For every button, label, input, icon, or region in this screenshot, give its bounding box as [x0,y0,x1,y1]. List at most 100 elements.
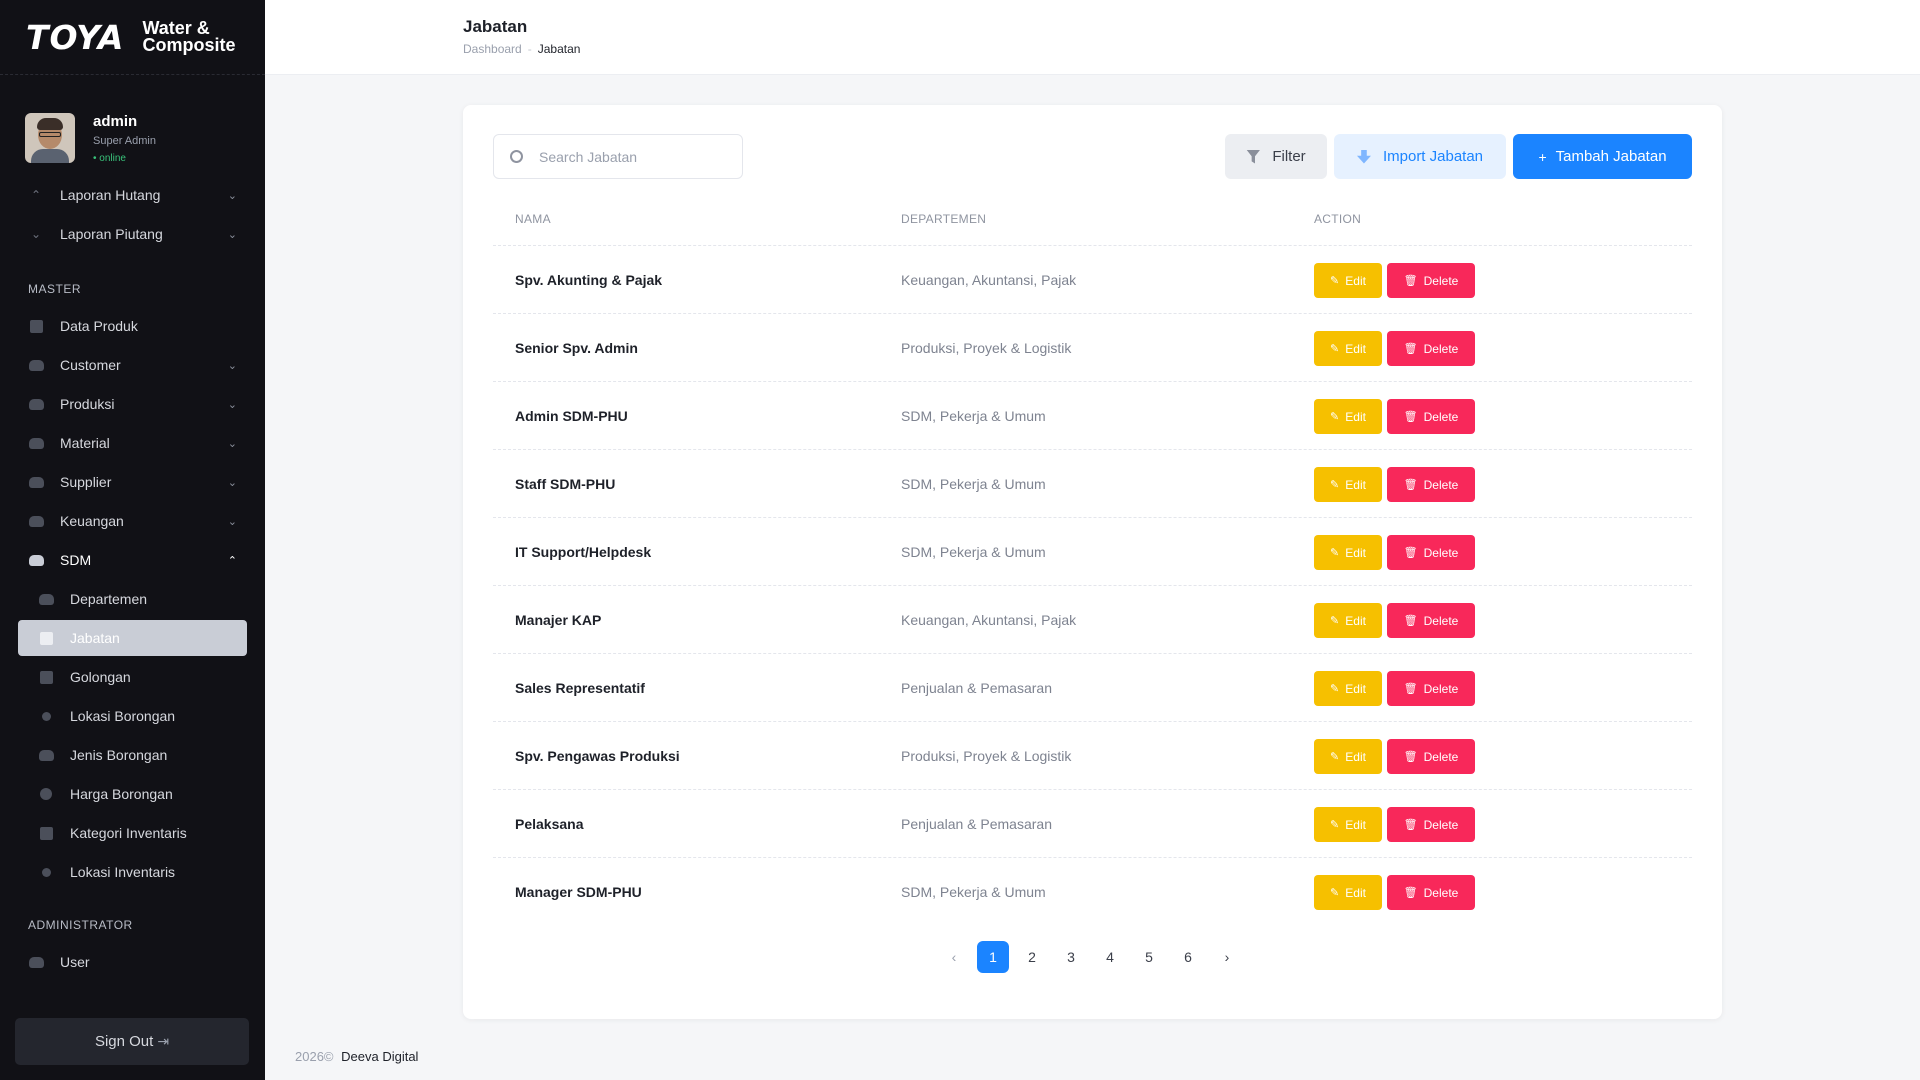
profile-status: • online [93,152,126,164]
edit-button[interactable]: ✎ Edit [1314,331,1382,366]
edit-button[interactable]: ✎ Edit [1314,399,1382,434]
sidebar-item-keuangan[interactable]: Keuangan ⌄ [0,503,265,539]
sidebar-item-laporan-hutang[interactable]: ⌃ Laporan Hutang ⌄ [0,177,265,213]
layers-icon [28,955,44,969]
edit-button[interactable]: ✎ Edit [1314,263,1382,298]
delete-button[interactable]: 🗑 Delete [1387,603,1475,638]
search-input[interactable] [539,148,729,165]
brand-subtitle: Water & Composite [142,19,236,55]
edit-button[interactable]: ✎ Edit [1314,467,1382,502]
sidebar-item-golongan[interactable]: Golongan [0,659,265,695]
column-header-departemen[interactable]: DEPARTEMEN [901,212,986,226]
cell-nama: Staff SDM-PHU [515,476,616,492]
pagination-page-2[interactable]: 2 [1016,941,1048,973]
sidebar-item-lokasi-borongan[interactable]: Lokasi Borongan [0,698,265,734]
sidebar-item-lokasi-inventaris[interactable]: Lokasi Inventaris [0,854,265,890]
sidebar-item-material[interactable]: Material ⌄ [0,425,265,461]
pagination-page-4[interactable]: 4 [1094,941,1126,973]
trash-icon: 🗑 [1403,819,1418,831]
pencil-icon: ✎ [1330,887,1340,899]
import-jabatan-button[interactable]: Import Jabatan [1334,134,1506,179]
search-box[interactable] [493,134,743,179]
sidebar-item-kategori-inventaris[interactable]: Kategori Inventaris [0,815,265,851]
sidebar-item-label: Produksi [60,396,115,412]
sidebar-item-jabatan[interactable]: Jabatan [18,620,247,656]
section-label-master: MASTER [28,282,82,296]
cell-nama: Spv. Pengawas Produksi [515,748,680,764]
brand[interactable]: TOYA Water & Composite [0,0,265,75]
delete-button[interactable]: 🗑 Delete [1387,875,1475,910]
sidebar-item-produksi[interactable]: Produksi ⌄ [0,386,265,422]
delete-button[interactable]: 🗑 Delete [1387,807,1475,842]
profile-role: Super Admin [93,134,156,147]
pagination-prev-button[interactable]: ‹ [938,941,970,973]
tambah-jabatan-button[interactable]: + Tambah Jabatan [1513,134,1692,179]
delete-button[interactable]: 🗑 Delete [1387,331,1475,366]
delete-label: Delete [1423,545,1459,560]
edit-button[interactable]: ✎ Edit [1314,875,1382,910]
pagination-page-6[interactable]: 6 [1172,941,1204,973]
layers-icon [38,748,54,762]
delete-button[interactable]: 🗑 Delete [1387,467,1475,502]
breadcrumb: Dashboard - Jabatan [463,42,580,56]
brand-subtitle-line2: Composite [142,35,236,55]
sidebar-item-customer[interactable]: Customer ⌄ [0,347,265,383]
edit-button[interactable]: ✎ Edit [1314,535,1382,570]
table-row: Admin SDM-PHU SDM, Pekerja & Umum ✎ Edit … [493,381,1692,449]
edit-button[interactable]: ✎ Edit [1314,739,1382,774]
cell-departemen: Produksi, Proyek & Logistik [901,748,1072,764]
chevron-down-icon: ⌄ [227,228,237,241]
sign-out-button[interactable]: Sign Out ⇥ [15,1018,249,1065]
pagination-page-1[interactable]: 1 [977,941,1009,973]
dollar-icon [38,787,54,801]
sidebar-item-label: SDM [60,552,92,568]
table-row: Senior Spv. Admin Produksi, Proyek & Log… [493,313,1692,381]
breadcrumb-home[interactable]: Dashboard [463,42,522,56]
sidebar-item-user[interactable]: User [0,944,265,980]
edit-button[interactable]: ✎ Edit [1314,671,1382,706]
edit-label: Edit [1345,681,1366,696]
delete-button[interactable]: 🗑 Delete [1387,739,1475,774]
delete-button[interactable]: 🗑 Delete [1387,535,1475,570]
delete-button[interactable]: 🗑 Delete [1387,263,1475,298]
sidebar-item-label: Kategori Inventaris [70,825,187,841]
sidebar-item-data-produk[interactable]: Data Produk [0,308,265,344]
table-row: Pelaksana Penjualan & Pemasaran ✎ Edit 🗑 D… [493,789,1692,857]
pagination-page-5[interactable]: 5 [1133,941,1165,973]
chevron-down-icon: ⌄ [227,476,237,489]
pagination: ‹ 1 2 3 4 5 6 › [938,941,1250,973]
chevron-down-icon: ⌄ [227,398,237,411]
pencil-icon: ✎ [1330,343,1340,355]
edit-button[interactable]: ✎ Edit [1314,807,1382,842]
sidebar-item-label: Material [60,435,110,451]
layers-icon [38,592,54,606]
sidebar-item-supplier[interactable]: Supplier ⌄ [0,464,265,500]
edit-label: Edit [1345,409,1366,424]
sidebar-item-departemen[interactable]: Departemen [0,581,265,617]
filter-icon [1246,149,1261,164]
cell-nama: Manajer KAP [515,612,602,628]
avatar[interactable] [25,113,75,163]
sign-out-label: Sign Out [94,1033,154,1050]
delete-label: Delete [1423,341,1459,356]
pagination-page-3[interactable]: 3 [1055,941,1087,973]
profile-name: admin [93,112,138,130]
trash-icon: 🗑 [1403,411,1418,423]
sidebar-item-label: Lokasi Borongan [70,708,176,724]
edit-button[interactable]: ✎ Edit [1314,603,1382,638]
edit-label: Edit [1345,545,1366,560]
sidebar-item-laporan-piutang[interactable]: ⌄ Laporan Piutang ⌄ [0,216,265,252]
pagination-next-button[interactable]: › [1211,941,1243,973]
column-header-nama[interactable]: NAMA [515,212,551,226]
sidebar-item-sdm[interactable]: SDM ⌃ [0,542,265,578]
edit-label: Edit [1345,817,1366,832]
filter-button[interactable]: Filter [1225,134,1327,179]
trash-icon: 🗑 [1403,887,1418,899]
delete-button[interactable]: 🗑 Delete [1387,399,1475,434]
sidebar-item-harga-borongan[interactable]: Harga Borongan [0,776,265,812]
trash-icon: 🗑 [1403,275,1418,287]
cell-departemen: SDM, Pekerja & Umum [901,476,1046,492]
footer-company-link[interactable]: Deeva Digital [341,1049,418,1064]
sidebar-item-jenis-borongan[interactable]: Jenis Borongan [0,737,265,773]
delete-button[interactable]: 🗑 Delete [1387,671,1475,706]
